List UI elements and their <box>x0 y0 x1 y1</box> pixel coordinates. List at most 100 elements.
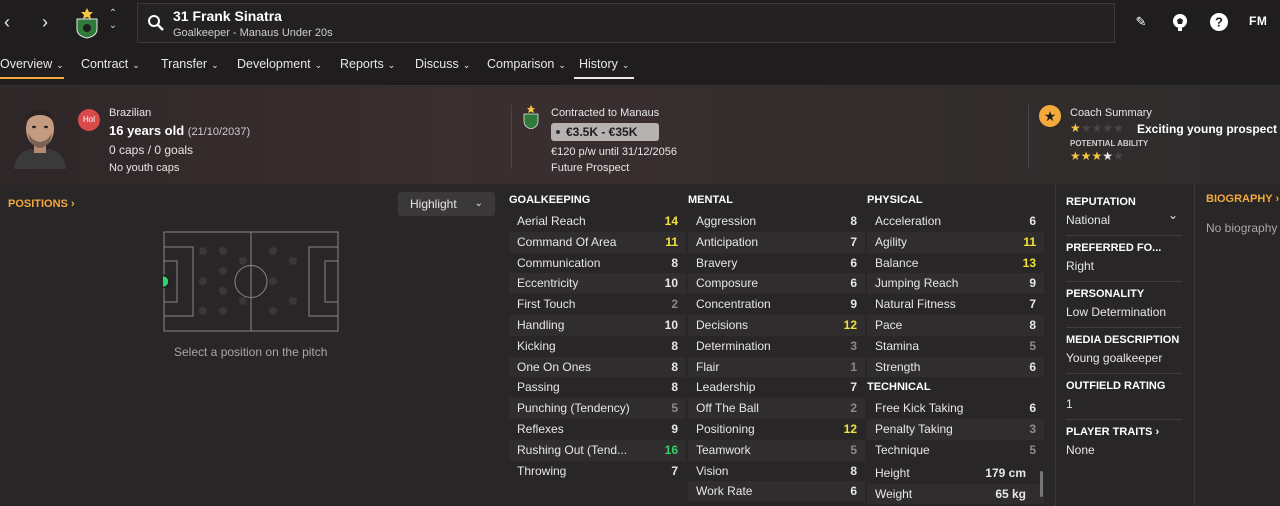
forward-arrow-icon[interactable]: › <box>38 12 52 32</box>
attribute-value: 9 <box>1029 276 1036 291</box>
attribute-row[interactable]: Reflexes 9 <box>509 419 686 440</box>
pitch-diagram[interactable] <box>163 231 339 332</box>
attribute-row[interactable]: Balance 13 <box>867 253 1044 274</box>
outfield-rating-label: OUTFIELD RATING <box>1066 380 1166 392</box>
tab-label: Development <box>237 57 311 71</box>
attribute-row[interactable]: Height 179 cm <box>867 463 1044 484</box>
chevron-down-icon: ⌄ <box>621 60 630 70</box>
attribute-row[interactable]: Jumping Reach 9 <box>867 273 1044 295</box>
attribute-row[interactable]: Flair 1 <box>688 356 865 378</box>
tab-transfer[interactable]: Transfer ⌄ <box>161 57 219 79</box>
attribute-row[interactable]: Passing 8 <box>509 377 686 398</box>
transfer-value[interactable]: €3.5K - €35K <box>551 123 659 141</box>
tab-overview[interactable]: Overview ⌄ <box>0 57 64 79</box>
attribute-row[interactable]: Anticipation 7 <box>688 231 865 253</box>
top-bar: ‹ › ⌃ ⌄ 31 Frank Sinatra Goalkeeper - Man… <box>0 0 1280 50</box>
attribute-row[interactable]: Agility 11 <box>867 231 1044 253</box>
tab-contract[interactable]: Contract ⌄ <box>81 57 140 79</box>
player-traits-block[interactable]: PLAYER TRAITS › None <box>1066 426 1182 466</box>
attribute-row[interactable]: Leadership 7 <box>688 377 865 398</box>
highlight-dropdown[interactable]: Highlight ⌄ <box>398 192 495 216</box>
media-description-block: MEDIA DESCRIPTION Young goalkeeper <box>1066 334 1182 374</box>
attribute-row[interactable]: Penalty Taking 3 <box>867 419 1044 440</box>
biography-title[interactable]: BIOGRAPHY › <box>1206 193 1279 205</box>
fm-logo[interactable]: FM <box>1249 14 1267 28</box>
date-of-birth: (21/10/2037) <box>187 126 251 138</box>
attribute-row[interactable]: Composure 6 <box>688 273 865 295</box>
highlight-label: Highlight <box>410 197 457 211</box>
attribute-row[interactable]: Punching (Tendency) 5 <box>509 398 686 419</box>
attribute-value: 7 <box>850 234 857 249</box>
tab-development[interactable]: Development ⌄ <box>237 57 322 79</box>
attribute-row[interactable]: Off The Ball 2 <box>688 398 865 419</box>
attribute-row[interactable]: Kicking 8 <box>509 336 686 357</box>
attribute-row[interactable]: Eccentricity 10 <box>509 273 686 295</box>
attribute-row[interactable]: Handling 10 <box>509 314 686 336</box>
chevron-down-icon[interactable]: ⌄ <box>1168 208 1178 222</box>
attribute-row[interactable]: Positioning 12 <box>688 419 865 440</box>
attribute-row[interactable]: Technique 5 <box>867 440 1044 461</box>
attribute-row[interactable]: Aerial Reach 14 <box>509 211 686 232</box>
attribute-row[interactable]: Rushing Out (Tend... 16 <box>509 439 686 461</box>
attribute-row[interactable]: Teamwork 5 <box>688 439 865 461</box>
back-arrow-icon[interactable]: ‹ <box>0 12 14 32</box>
attribute-row[interactable]: Natural Fitness 7 <box>867 294 1044 315</box>
nationality[interactable]: Brazilian <box>109 107 151 119</box>
current-ability-stars: ★★★★★ <box>1070 121 1124 135</box>
attribute-row[interactable]: Strength 6 <box>867 356 1044 378</box>
attribute-name: Anticipation <box>696 234 759 249</box>
chevron-down-icon: ⌄ <box>558 60 566 70</box>
reputation-block[interactable]: REPUTATION National ⌄ <box>1066 196 1182 236</box>
physical-attributes: PHYSICAL Acceleration 6 Agility 11 Balance 13… <box>867 194 1044 505</box>
player-title: 31 Frank Sinatra <box>173 8 282 24</box>
attribute-value: 7 <box>671 463 678 478</box>
potential-ability-stars: ★★★★★ <box>1070 149 1124 163</box>
attribute-value: 1 <box>850 359 857 374</box>
nationality-flag-badge[interactable]: Hol <box>78 109 100 131</box>
positions-title[interactable]: POSITIONS › <box>8 198 75 210</box>
attribute-row[interactable]: Bravery 6 <box>688 253 865 274</box>
player-switch-arrows[interactable]: ⌃ ⌄ <box>107 8 119 34</box>
tab-reports[interactable]: Reports ⌄ <box>340 57 395 79</box>
club-crest-icon[interactable] <box>74 7 100 39</box>
attribute-row[interactable]: Vision 8 <box>688 461 865 482</box>
scrollbar[interactable] <box>1040 471 1043 497</box>
contract-club[interactable]: Contracted to Manaus <box>551 107 659 119</box>
tab-label: Contract <box>81 57 129 71</box>
attribute-row[interactable]: Weight 65 kg <box>867 483 1044 505</box>
attribute-row[interactable]: Concentration 9 <box>688 294 865 315</box>
chevron-down-icon: ⌄ <box>56 60 64 70</box>
attribute-row[interactable]: Stamina 5 <box>867 336 1044 357</box>
attribute-name: Technique <box>875 442 930 457</box>
attribute-row[interactable]: Aggression 8 <box>688 211 865 232</box>
tab-history[interactable]: History ⌄ <box>574 57 635 79</box>
attribute-value: 8 <box>850 463 857 478</box>
attribute-row[interactable]: Work Rate 6 <box>688 481 865 503</box>
attribute-name: Aggression <box>696 214 757 228</box>
potential-ability-label: POTENTIAL ABILITY <box>1070 139 1149 148</box>
attribute-row[interactable]: Decisions 12 <box>688 314 865 336</box>
attribute-row[interactable]: First Touch 2 <box>509 294 686 315</box>
football-icon[interactable] <box>1170 12 1190 32</box>
attribute-name: Kicking <box>517 338 556 353</box>
chevron-right-icon: › <box>1155 426 1160 438</box>
attribute-row[interactable]: Command Of Area 11 <box>509 231 686 253</box>
tab-comparison[interactable]: Comparison ⌄ <box>487 57 566 79</box>
help-icon[interactable]: ? <box>1209 12 1229 32</box>
chevron-down-icon: ⌄ <box>474 198 483 209</box>
tab-label: Transfer <box>161 57 208 71</box>
attribute-row[interactable]: Pace 8 <box>867 314 1044 336</box>
attribute-row[interactable]: Throwing 7 <box>509 461 686 482</box>
attribute-value: 7 <box>850 380 857 395</box>
attribute-value: 12 <box>843 317 857 332</box>
coach-summary-title[interactable]: Coach Summary <box>1070 107 1152 119</box>
tab-discuss[interactable]: Discuss ⌄ <box>415 57 470 79</box>
attribute-row[interactable]: One On Ones 8 <box>509 356 686 378</box>
player-search-box[interactable]: 31 Frank Sinatra Goalkeeper - Manaus Und… <box>137 3 1115 43</box>
attribute-name: Weight <box>875 486 913 501</box>
pencil-icon[interactable]: ✎ <box>1131 12 1151 32</box>
attribute-row[interactable]: Free Kick Taking 6 <box>867 398 1044 419</box>
attribute-row[interactable]: Communication 8 <box>509 253 686 274</box>
attribute-row[interactable]: Acceleration 6 <box>867 211 1044 232</box>
attribute-row[interactable]: Determination 3 <box>688 336 865 357</box>
